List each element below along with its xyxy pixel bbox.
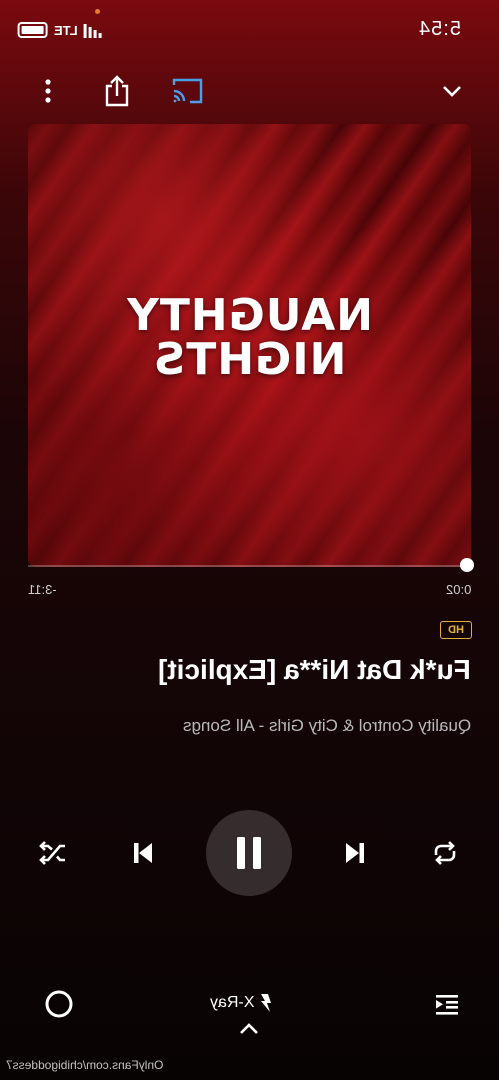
track-subtitle: Quality Control & City Girls - All Songs bbox=[182, 716, 471, 735]
share-icon bbox=[105, 75, 129, 107]
progress-thumb[interactable] bbox=[460, 558, 474, 572]
playback-progress-bar[interactable] bbox=[28, 558, 474, 572]
previous-track-button[interactable] bbox=[126, 810, 160, 896]
pause-button-circle[interactable] bbox=[206, 810, 292, 896]
playback-controls bbox=[0, 810, 499, 896]
repeat-button[interactable] bbox=[426, 810, 464, 896]
notification-dot bbox=[95, 9, 100, 14]
more-options-button[interactable] bbox=[36, 68, 60, 114]
expand-details-button[interactable] bbox=[238, 1022, 260, 1041]
collapse-player-button[interactable] bbox=[438, 68, 466, 114]
cast-icon bbox=[172, 78, 203, 104]
artwork-title: NAUGHTY NIGHTS bbox=[28, 290, 471, 385]
status-bar: LTE 5:54 bbox=[0, 0, 499, 60]
pause-button[interactable] bbox=[206, 810, 292, 896]
battery-icon bbox=[18, 22, 48, 38]
player-top-bar bbox=[0, 68, 499, 114]
progress-track bbox=[28, 565, 471, 567]
share-button[interactable] bbox=[100, 68, 134, 114]
pause-icon bbox=[237, 837, 261, 869]
queue-button[interactable] bbox=[430, 986, 464, 1022]
status-indicators: LTE bbox=[18, 22, 102, 38]
elapsed-time: 0:02 bbox=[445, 582, 471, 597]
signal-icon bbox=[83, 22, 102, 38]
remaining-time: -3:11 bbox=[28, 582, 57, 597]
shuffle-icon bbox=[39, 841, 65, 865]
xray-label: X-Ray bbox=[210, 994, 255, 1011]
lightning-icon bbox=[261, 994, 272, 1012]
chevron-up-icon bbox=[240, 1023, 258, 1034]
status-time: 5:54 bbox=[418, 18, 461, 40]
alexa-button[interactable] bbox=[42, 984, 76, 1024]
repeat-icon bbox=[434, 841, 456, 865]
watermark: OnlyFans.com/chibigoddess7 bbox=[6, 1058, 164, 1072]
xray-button[interactable]: X-Ray bbox=[210, 994, 272, 1012]
skip-next-icon bbox=[346, 843, 364, 863]
artwork-title-line2: NIGHTS bbox=[152, 334, 347, 385]
album-artwork: NAUGHTY NIGHTS bbox=[28, 124, 471, 567]
queue-icon bbox=[436, 995, 458, 1015]
next-track-button[interactable] bbox=[338, 810, 372, 896]
skip-previous-icon bbox=[134, 843, 152, 863]
track-title: Fu*k Dat Ni**a [Explicit] bbox=[158, 654, 471, 685]
more-vertical-icon bbox=[45, 79, 51, 103]
cast-button[interactable] bbox=[168, 68, 206, 114]
hd-badge: HD bbox=[440, 621, 472, 639]
chevron-down-icon bbox=[443, 86, 461, 97]
shuffle-button[interactable] bbox=[34, 810, 72, 896]
network-type: LTE bbox=[54, 22, 78, 38]
alexa-icon bbox=[45, 990, 73, 1018]
artwork-title-line1: NAUGHTY bbox=[125, 290, 374, 341]
